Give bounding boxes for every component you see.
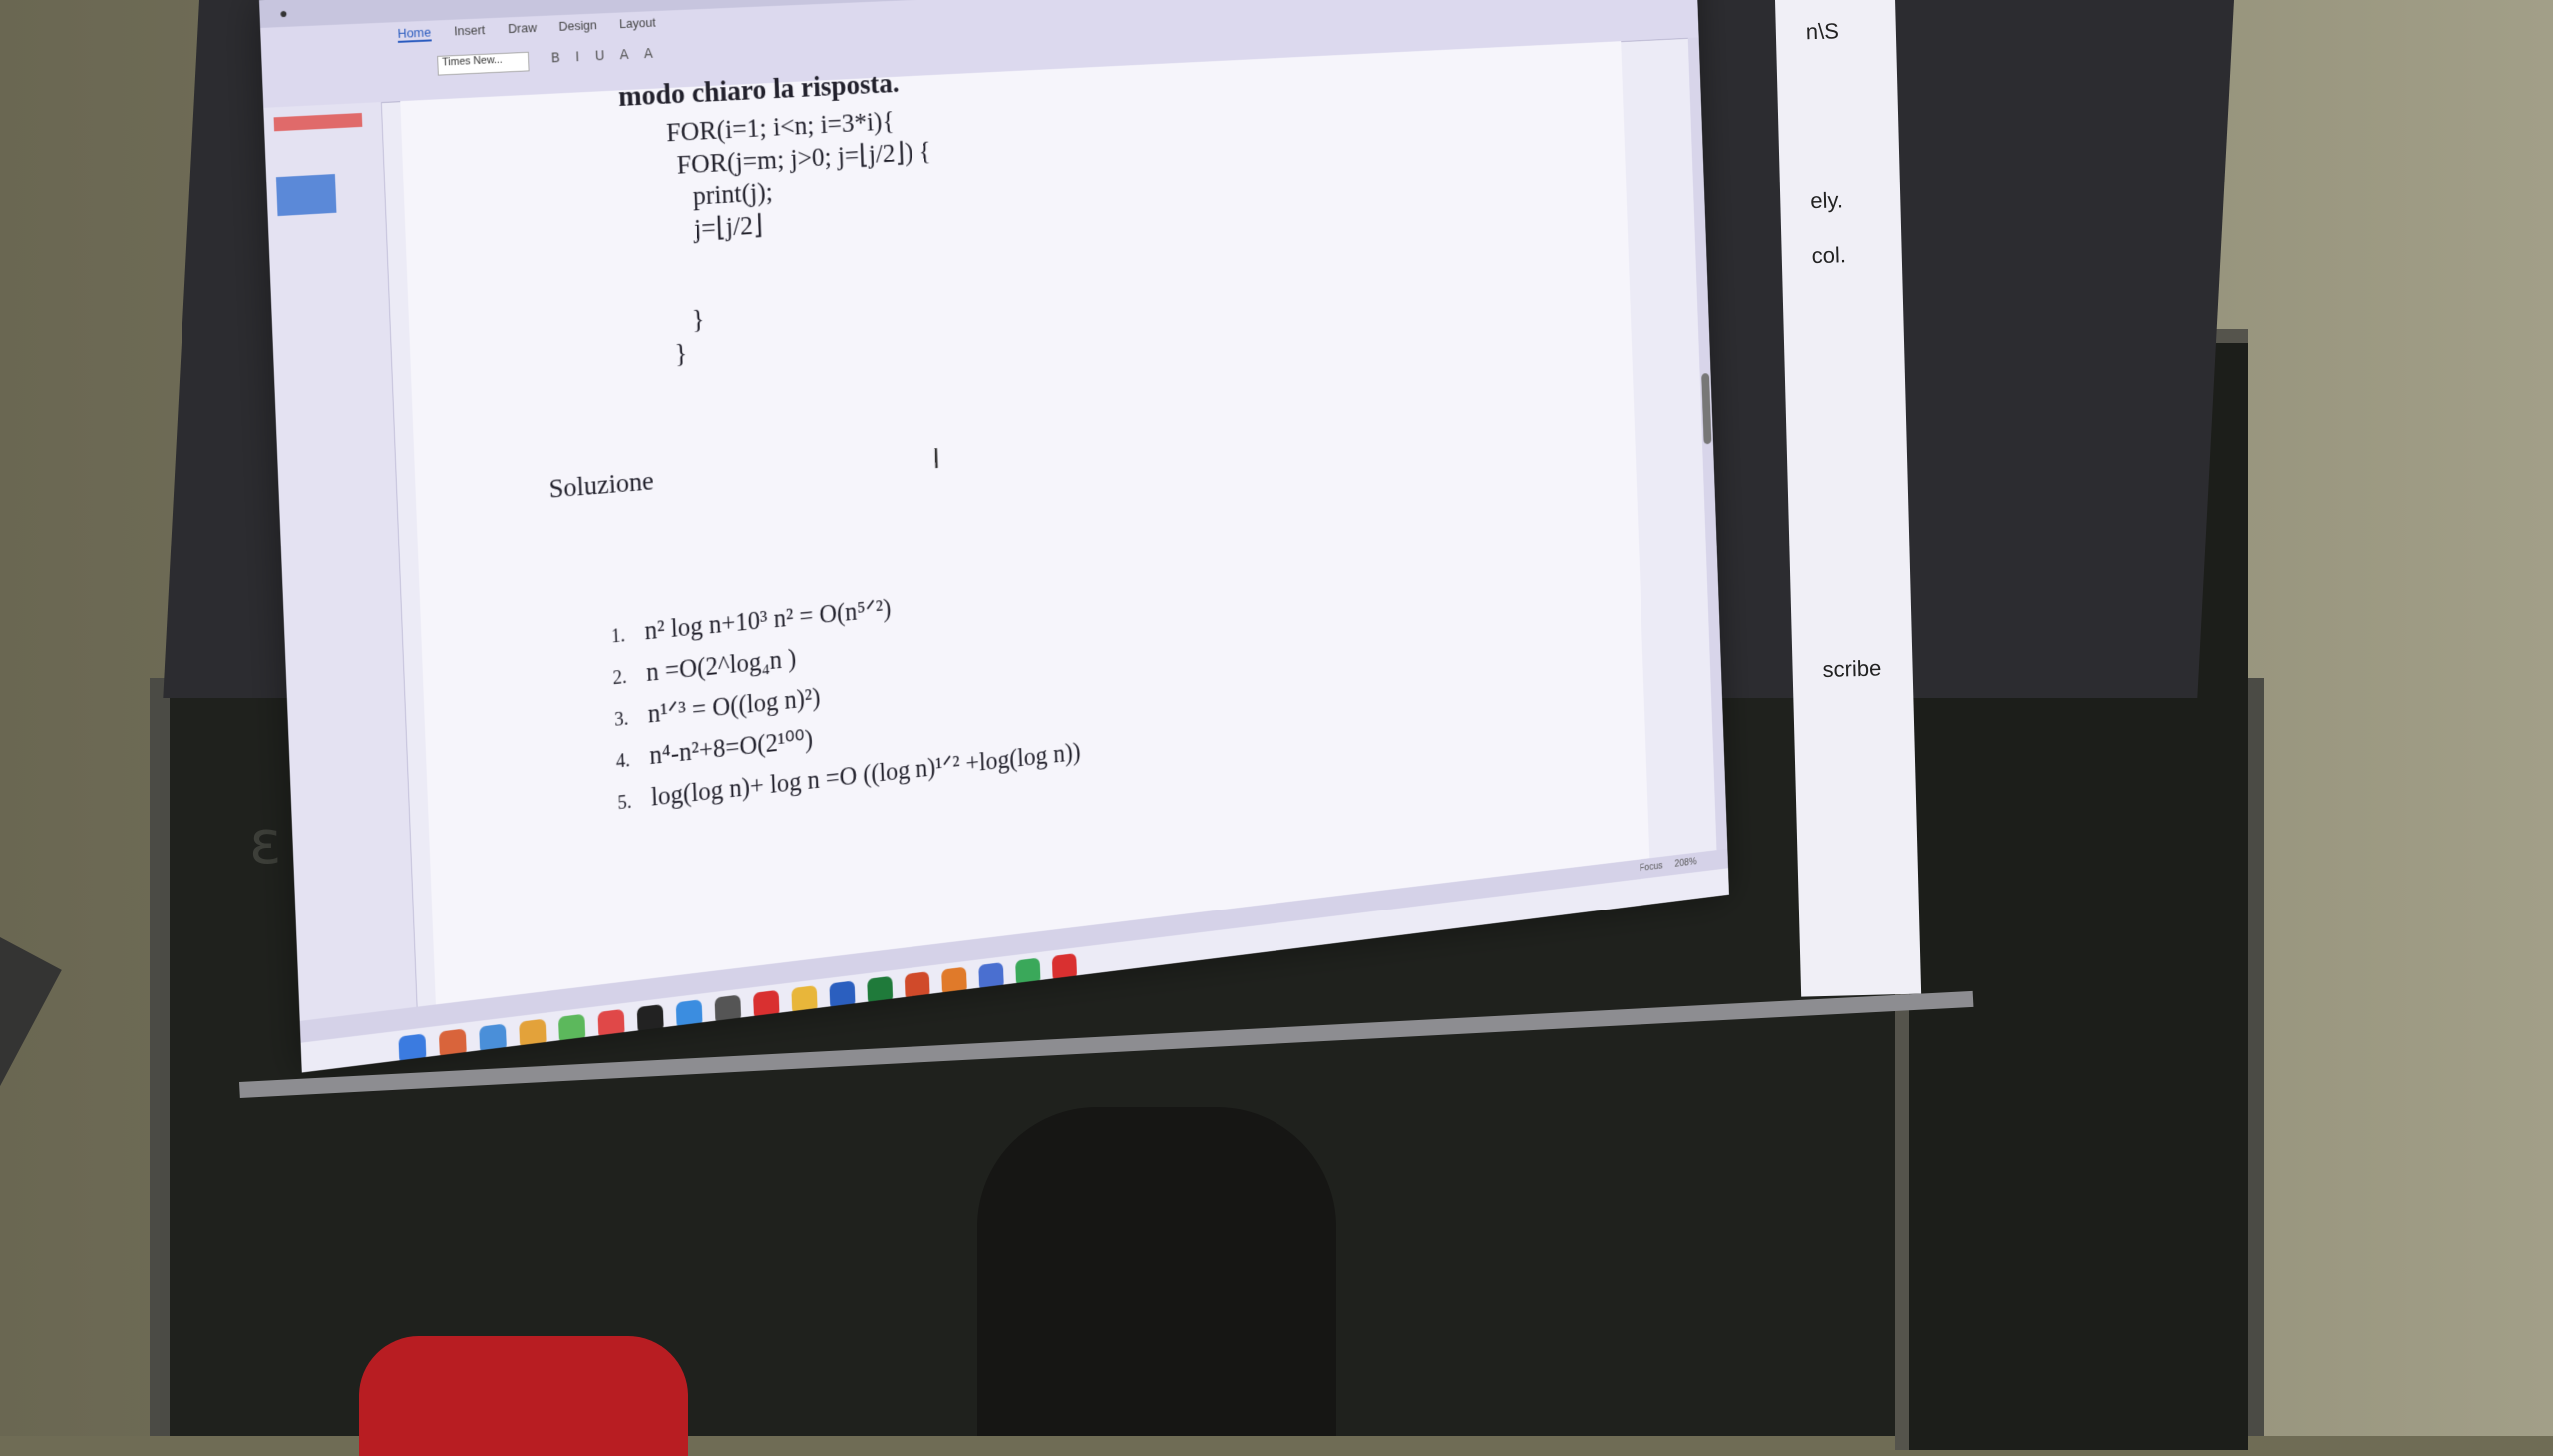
status-right: Focus 208% <box>1640 856 1697 874</box>
tab-draw[interactable]: Draw <box>508 20 537 38</box>
red-chair <box>359 1336 688 1456</box>
formatting-tools[interactable]: B I U A A <box>551 46 659 67</box>
projected-screen: ● Home Insert Draw Design Layout Times N… <box>259 0 1729 1073</box>
scrollbar-thumb[interactable] <box>1701 372 1712 445</box>
sidebar-selected-item[interactable] <box>275 174 337 217</box>
solution-title: Soluzione <box>548 466 655 505</box>
code-block: FOR(i=1; i<n; i=3*i){ FOR(j=m; j>0; j=⌊j… <box>666 104 939 372</box>
list-text: n =O(2^log₄n ) <box>645 643 797 687</box>
document-page[interactable]: modo chiaro la risposta. FOR(i=1; i<n; i… <box>400 41 1650 1005</box>
chair-back <box>977 1107 1336 1436</box>
tab-layout[interactable]: Layout <box>619 15 656 33</box>
tab-home[interactable]: Home <box>397 24 432 43</box>
sidebar-highlight <box>273 112 363 132</box>
bg-text-fragment: scribe <box>1822 655 1882 682</box>
list-number: 3. <box>613 708 629 731</box>
bg-text-fragment: n\S <box>1805 18 1840 45</box>
tab-design[interactable]: Design <box>558 17 597 35</box>
list-number: 1. <box>610 624 626 648</box>
bg-text-fragment: ely. <box>1809 187 1844 214</box>
font-name-select[interactable]: Times New... <box>437 51 530 76</box>
solution-list: 1. n² log n+10³ n² = O(n⁵ᐟ²) 2. n =O(2^log… <box>610 572 1081 823</box>
apple-icon[interactable]: ● <box>279 5 288 21</box>
zoom-level[interactable]: 208% <box>1674 856 1696 869</box>
tab-insert[interactable]: Insert <box>454 22 486 40</box>
focus-button[interactable]: Focus <box>1640 860 1663 874</box>
list-number: 4. <box>615 749 631 773</box>
list-number: 2. <box>612 666 628 690</box>
list-number: 5. <box>617 791 632 815</box>
bg-text-fragment: col. <box>1811 242 1847 269</box>
text-cursor-ibeam-icon: I <box>931 443 941 475</box>
